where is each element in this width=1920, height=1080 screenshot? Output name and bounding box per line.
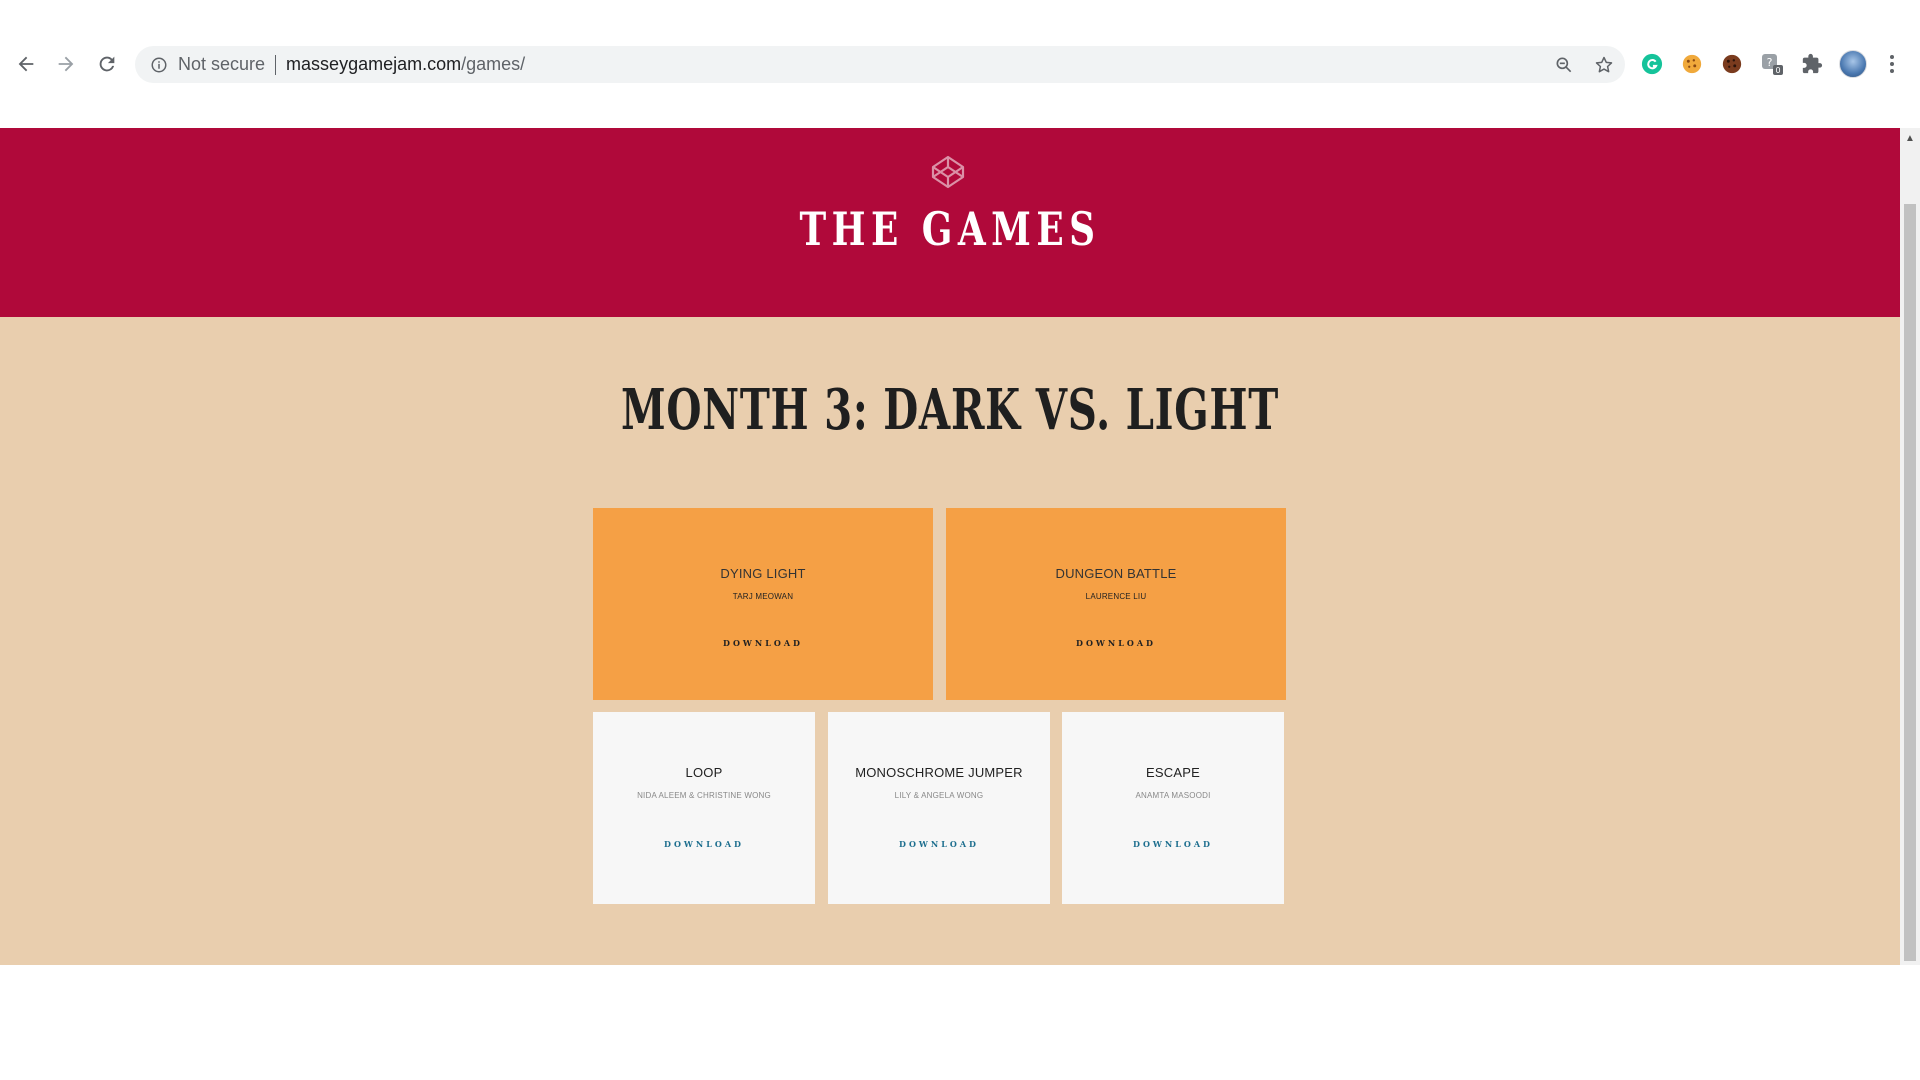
zoom-out-icon[interactable] — [1553, 54, 1575, 76]
game-title: ESCAPE — [1146, 765, 1200, 780]
game-card-monoschrome-jumper[interactable]: MONOSCHROME JUMPER LILY & ANGELA WONG DO… — [828, 712, 1050, 904]
cookie-editor-icon[interactable] — [1720, 52, 1744, 76]
download-link[interactable]: DOWNLOAD — [1062, 839, 1284, 849]
game-card-dungeon-battle[interactable]: DUNGEON BATTLE LAURENCE LIU DOWNLOAD — [946, 508, 1286, 700]
game-author: ANAMTA MASOODI — [1135, 791, 1211, 800]
cookie-icon[interactable] — [1680, 52, 1704, 76]
address-bar[interactable]: Not secure masseygamejam.com /games/ — [135, 46, 1625, 83]
star-icon[interactable] — [1593, 54, 1615, 76]
reload-button[interactable] — [91, 48, 123, 80]
game-title: DYING LIGHT — [720, 566, 806, 581]
back-arrow-icon — [18, 56, 34, 72]
download-link[interactable]: DOWNLOAD — [593, 638, 933, 648]
game-card-dying-light[interactable]: DYING LIGHT TARJ MEOWAN DOWNLOAD — [593, 508, 933, 700]
reload-icon — [99, 56, 115, 72]
game-card-escape[interactable]: ESCAPE ANAMTA MASOODI DOWNLOAD — [1062, 712, 1284, 904]
codepen-icon — [930, 154, 966, 190]
section-title: MONTH 3: DARK VS. LIGHT — [621, 377, 1279, 443]
game-card-loop[interactable]: LOOP NIDA ALEEM & CHRISTINE WONG DOWNLOA… — [593, 712, 815, 904]
download-link[interactable]: DOWNLOAD — [593, 839, 815, 849]
scrollbar-thumb[interactable] — [1904, 204, 1916, 961]
back-button[interactable] — [10, 48, 42, 80]
game-title: LOOP — [685, 765, 723, 780]
game-title: MONOSCHROME JUMPER — [855, 765, 1023, 780]
download-link[interactable]: DOWNLOAD — [828, 839, 1050, 849]
profile-avatar[interactable] — [1839, 50, 1867, 78]
scroll-up-arrow-icon[interactable]: ▲ — [1900, 128, 1920, 148]
puzzle-icon[interactable] — [1800, 52, 1824, 76]
forward-arrow-icon — [58, 56, 74, 72]
page-below-section — [0, 965, 1900, 1080]
privacy-badge-icon[interactable]: ? 0 — [1760, 52, 1784, 76]
url-separator — [275, 54, 277, 75]
month-section: MONTH 3: DARK VS. LIGHT DYING LIGHT TARJ… — [0, 317, 1900, 965]
kebab-menu-icon[interactable] — [1880, 52, 1904, 76]
hero-title: THE GAMES — [799, 202, 1101, 256]
game-author: NIDA ALEEM & CHRISTINE WONG — [637, 791, 771, 800]
game-author: LAURENCE LIU — [1085, 592, 1147, 601]
hero-banner: THE GAMES — [0, 128, 1900, 317]
download-link[interactable]: DOWNLOAD — [946, 638, 1286, 648]
browser-toolbar: Not secure masseygamejam.com /games/ ? 0 — [0, 0, 1920, 128]
vertical-scrollbar[interactable]: ▲ — [1900, 128, 1920, 965]
security-label: Not secure — [178, 54, 266, 74]
info-icon[interactable] — [149, 55, 169, 75]
privacy-badge-count: 0 — [1775, 66, 1780, 75]
game-author: LILY & ANGELA WONG — [894, 791, 984, 800]
grammarly-icon[interactable] — [1640, 52, 1664, 76]
page-viewport: THE GAMES MONTH 3: DARK VS. LIGHT DYING … — [0, 128, 1900, 1080]
url-path: /games/ — [461, 54, 526, 74]
svg-text:?: ? — [1767, 56, 1773, 69]
game-author: TARJ MEOWAN — [732, 592, 794, 601]
url-domain: masseygamejam.com — [286, 54, 462, 74]
game-title: DUNGEON BATTLE — [1055, 566, 1177, 581]
forward-button[interactable] — [50, 48, 82, 80]
